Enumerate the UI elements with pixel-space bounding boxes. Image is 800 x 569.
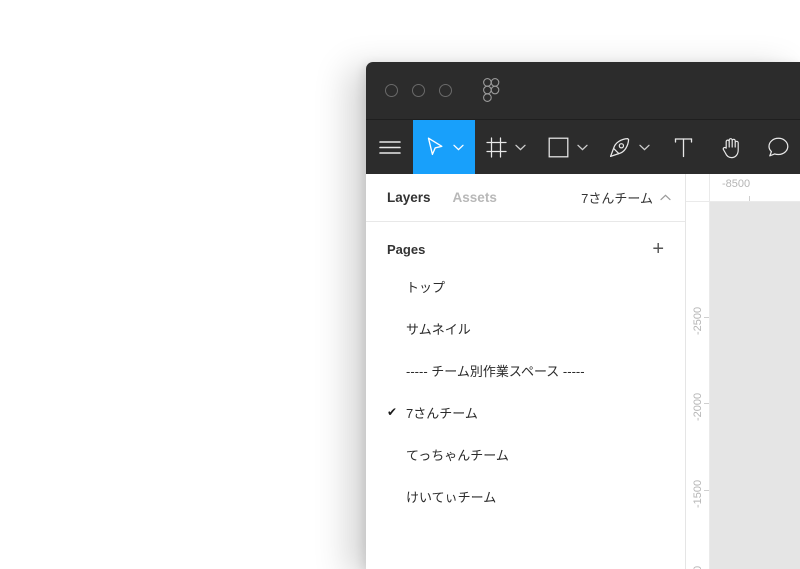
ruler-tick-v	[704, 403, 709, 404]
pen-nib-icon	[609, 136, 631, 158]
ruler-label-v: -2000	[692, 392, 704, 421]
chevron-up-icon	[660, 194, 671, 201]
canvas-viewport[interactable]: -8500 -2500 -2000 -1500 -1000 -500	[686, 174, 800, 569]
text-t-icon	[674, 137, 693, 158]
traffic-light-buttons	[366, 84, 452, 97]
close-window-icon[interactable]	[385, 84, 398, 97]
page-label: ----- チーム別作業スペース -----	[406, 363, 585, 379]
pages-section-header: Pages +	[366, 222, 685, 265]
pages-list: トップ サムネイル ----- チーム別作業スペース ----- ✔ 7さんチー…	[366, 265, 685, 517]
ruler-label-v: -1500	[692, 479, 704, 508]
text-tool-button[interactable]	[660, 120, 707, 174]
square-icon	[548, 137, 569, 158]
list-item[interactable]: けいてぃチーム	[366, 475, 685, 517]
ruler-tick-v	[704, 317, 709, 318]
ruler-corner	[686, 174, 710, 202]
ruler-label-h: -8500	[722, 178, 751, 190]
panel-tab-bar: Layers Assets 7さんチーム	[366, 174, 685, 222]
ruler-tick-v	[704, 490, 709, 491]
list-item[interactable]: サムネイル	[366, 307, 685, 349]
hamburger-icon	[378, 140, 401, 155]
list-item[interactable]: てっちゃんチーム	[366, 433, 685, 475]
screen-root: DC Workshop 200418 × +	[0, 0, 800, 569]
page-label: トップ	[406, 279, 446, 295]
left-sidebar-panel: Layers Assets 7さんチーム Pages + トップ サムネイル -…	[366, 174, 686, 569]
tab-assets[interactable]: Assets	[453, 190, 497, 205]
frame-tool-button[interactable]	[475, 120, 537, 174]
ruler-tick-h	[749, 196, 750, 201]
page-label: サムネイル	[406, 321, 471, 337]
hand-tool-button[interactable]	[708, 120, 755, 174]
vertical-ruler[interactable]: -2500 -2000 -1500 -1000 -500	[686, 202, 710, 569]
team-selector[interactable]: 7さんチーム	[581, 188, 671, 207]
pen-tool-chevron-down-icon[interactable]	[639, 144, 650, 151]
add-page-button[interactable]: +	[652, 239, 664, 259]
pen-tool-button[interactable]	[599, 120, 661, 174]
frame-grid-icon	[486, 136, 507, 158]
hand-icon	[721, 136, 742, 159]
figma-logo-icon	[483, 78, 501, 103]
figma-application-window: DC Workshop 200418 × +	[366, 62, 800, 569]
shape-tool-button[interactable]	[537, 120, 599, 174]
comment-tool-button[interactable]	[755, 120, 800, 174]
tab-layers[interactable]: Layers	[387, 190, 431, 205]
page-label: てっちゃんチーム	[406, 447, 509, 463]
check-icon: ✔	[387, 405, 398, 419]
list-item[interactable]: トップ	[366, 265, 685, 307]
team-selector-label: 7さんチーム	[581, 191, 653, 206]
move-tool-chevron-down-icon[interactable]	[452, 144, 464, 151]
frame-tool-chevron-down-icon[interactable]	[515, 144, 526, 151]
maximize-window-icon[interactable]	[439, 84, 452, 97]
main-menu-button[interactable]	[366, 120, 413, 174]
shape-tool-chevron-down-icon[interactable]	[576, 144, 588, 151]
minimize-window-icon[interactable]	[412, 84, 425, 97]
ruler-label-v: -2500	[692, 306, 704, 335]
list-item-selected[interactable]: ✔ 7さんチーム	[366, 391, 685, 433]
window-title-bar: DC Workshop 200418 × +	[366, 62, 800, 119]
move-tool-button[interactable]	[413, 120, 475, 174]
page-label: けいてぃチーム	[406, 489, 497, 505]
list-item[interactable]: ----- チーム別作業スペース -----	[366, 349, 685, 391]
comment-bubble-icon	[768, 137, 789, 158]
page-label: 7さんチーム	[406, 405, 478, 421]
horizontal-ruler[interactable]: -8500	[710, 174, 800, 202]
design-canvas[interactable]	[710, 202, 800, 569]
cursor-arrow-icon	[425, 136, 445, 158]
pages-title: Pages	[387, 241, 426, 257]
main-toolbar	[366, 119, 800, 174]
